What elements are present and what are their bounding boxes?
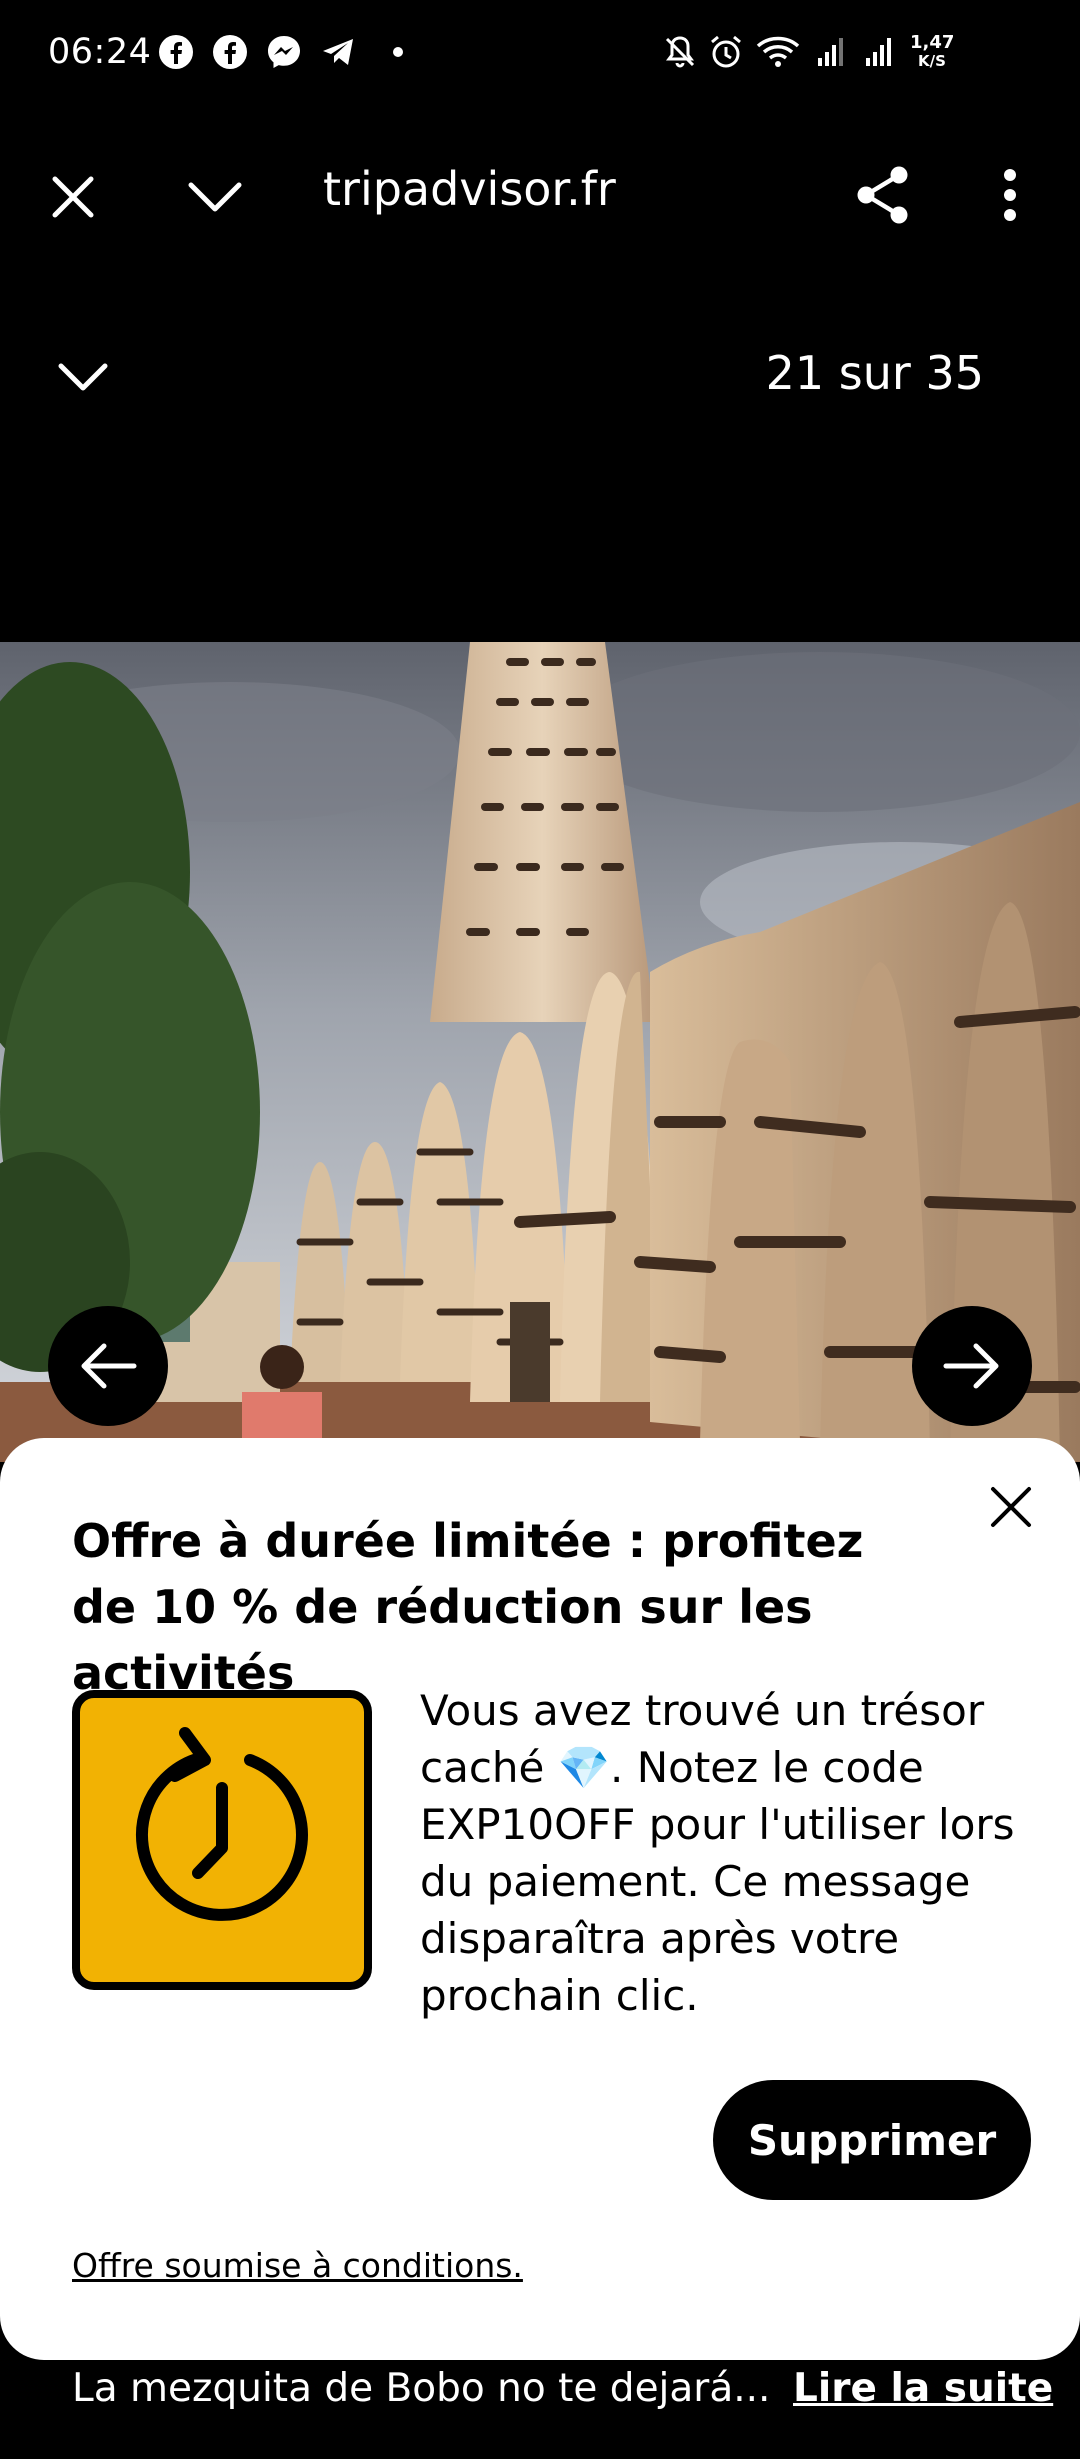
- next-photo-button[interactable]: [912, 1306, 1032, 1426]
- close-tab-button[interactable]: [38, 162, 108, 232]
- arrow-right-icon: [943, 1343, 999, 1389]
- minimize-button[interactable]: [180, 162, 250, 232]
- menu-button[interactable]: [986, 158, 1034, 232]
- network-speed-value: 1,47: [910, 32, 955, 53]
- status-time: 06:24: [48, 32, 152, 72]
- gallery-collapse-button[interactable]: [50, 350, 116, 404]
- promo-dialog: Offre à durée limitée : profitez de 10 %…: [0, 1438, 1080, 2360]
- share-button[interactable]: [846, 158, 920, 232]
- alarm-icon: [711, 35, 741, 68]
- messenger-icon: [268, 36, 300, 68]
- share-icon: [857, 166, 908, 224]
- mute-icon: [665, 36, 695, 68]
- terms-link[interactable]: Offre soumise à conditions.: [72, 2246, 523, 2285]
- clock-refresh-icon: [72, 1690, 372, 1990]
- gallery-photo[interactable]: [0, 642, 1080, 1462]
- chevron-down-icon: [188, 182, 242, 212]
- close-icon: [52, 176, 94, 218]
- delete-button[interactable]: Supprimer: [713, 2080, 1031, 2200]
- signal-icon: [818, 38, 843, 66]
- photo-counter: 21 sur 35: [765, 346, 984, 400]
- chevron-down-icon: [58, 363, 108, 391]
- url-text[interactable]: tripadvisor.fr: [323, 162, 616, 216]
- promo-title: Offre à durée limitée : profitez de 10 %…: [72, 1514, 864, 1700]
- more-vert-icon: [1004, 169, 1016, 221]
- facebook-icon: [159, 35, 193, 69]
- status-bar: 06:24 1,47 K/S: [0, 0, 1080, 110]
- close-icon[interactable]: [988, 1484, 1034, 1530]
- promo-message: Vous avez trouvé un trésor caché 💎. Note…: [420, 1686, 1015, 2020]
- read-more-link[interactable]: Lire la suite: [793, 2366, 1053, 2411]
- wifi-icon: [756, 36, 800, 67]
- arrow-left-icon: [81, 1343, 137, 1389]
- signal-icon: [866, 38, 891, 66]
- dot-icon: [393, 47, 403, 57]
- network-speed: 1,47 K/S: [910, 32, 955, 71]
- browser-toolbar: tripadvisor.fr: [0, 110, 1080, 270]
- network-speed-unit: K/S: [918, 52, 946, 70]
- facebook-icon: [213, 35, 247, 69]
- previous-photo-button[interactable]: [48, 1306, 168, 1426]
- caption-text: La mezquita de Bobo no te dejará...: [72, 2366, 771, 2411]
- telegram-icon: [323, 39, 353, 65]
